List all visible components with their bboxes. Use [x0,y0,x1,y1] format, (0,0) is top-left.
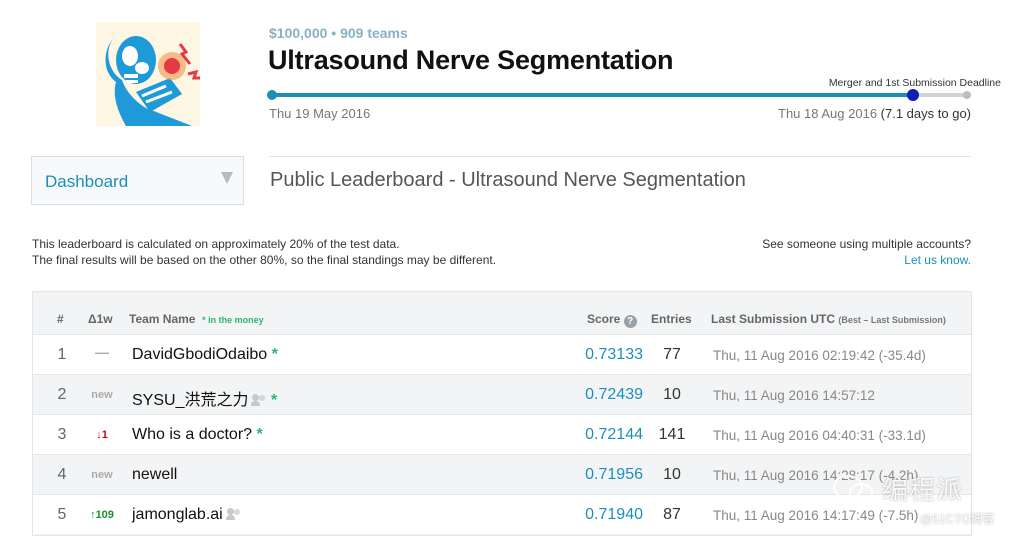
competition-title: Ultrasound Nerve Segmentation [268,45,674,75]
time-left: (7.1 days to go) [880,106,971,121]
leaderboard-table: # Δ1w Team Name * in the money Score ? E… [32,291,972,536]
multiple-accounts-question: See someone using multiple accounts? [762,237,971,251]
rank-change: ↓1 [96,429,108,441]
watermark-source: @51CTO博客 [920,512,995,526]
column-team-label: Team Name [129,312,196,326]
last-submission: Thu, 11 Aug 2016 14:17:49 (-7.5h) [713,508,919,523]
last-submission: Thu, 11 Aug 2016 04:40:31 (-33.1d) [713,428,926,443]
end-date-value: Thu 18 Aug 2016 [778,106,878,121]
column-last-label: Last Submission UTC [711,312,836,326]
score[interactable]: 0.71956 [533,466,643,484]
timeline-end-marker [963,91,971,99]
note-line-1: This leaderboard is calculated on approx… [32,237,400,251]
rank-change: — [95,344,109,360]
divider [269,156,971,157]
entries: 77 [663,346,681,363]
dashboard-label: Dashboard [45,172,129,191]
column-entries[interactable]: Entries [651,312,692,326]
entries: 87 [663,506,681,523]
column-last-submission[interactable]: Last Submission UTC (Best – Last Submiss… [711,312,946,326]
table-row[interactable]: 2 new SYSU_洪荒之力 * 0.72439 10 Thu, 11 Aug 2016… [33,374,971,414]
column-delta[interactable]: Δ1w [88,312,113,326]
timeline-progress [272,93,913,97]
score[interactable]: 0.71940 [533,506,643,524]
table-row[interactable]: 5 ↑109 jamonglab.ai 0.71940 87 Thu, 11 Aug 20… [33,494,971,534]
timeline-start-marker [267,90,277,100]
dashboard-dropdown[interactable]: Dashboard [31,156,244,205]
column-last-note: (Best – Last Submission) [838,315,946,325]
column-rank[interactable]: # [57,312,64,326]
team-name[interactable]: jamonglab.ai [132,506,241,524]
entries: 10 [663,386,681,403]
team-members-icon [225,508,241,520]
timeline-track [272,93,968,97]
deadline-label: Merger and 1st Submission Deadline [828,77,1001,89]
column-team-name[interactable]: Team Name * in the money [129,312,264,326]
team-name-text: jamonglab.ai [132,506,223,523]
timeline-deadline-marker[interactable] [907,89,919,101]
rank-change: new [91,389,113,401]
in-the-money-star: * [256,426,263,443]
chevron-down-icon [221,172,233,184]
score[interactable]: 0.72144 [533,426,643,444]
leaderboard-heading: Public Leaderboard - Ultrasound Nerve Se… [270,169,746,191]
entries: 10 [663,466,681,483]
prize-and-teams: $100,000 • 909 teams [269,25,408,41]
table-row[interactable]: 3 ↓1 Who is a doctor? * 0.72144 141 Thu, 11 A… [33,414,971,454]
note-line-2: The final results will be based on the o… [32,253,497,267]
team-name[interactable]: Who is a doctor? * [132,426,263,444]
team-name[interactable]: DavidGbodiOdaibo * [132,346,278,364]
team-name[interactable]: newell [132,466,177,484]
last-submission: Thu, 11 Aug 2016 02:19:42 (-35.4d) [713,348,926,363]
rank: 1 [57,346,67,363]
score[interactable]: 0.72439 [533,386,643,404]
rank: 2 [57,386,67,403]
report-link[interactable]: Let us know. [904,253,971,267]
rank-change: ↑109 [90,509,114,521]
in-the-money-star: * [271,346,278,363]
in-the-money-star: * [270,392,278,409]
end-date: Thu 18 Aug 2016 (7.1 days to go) [778,106,971,121]
help-icon[interactable]: ? [623,315,637,328]
team-members-icon [251,394,266,406]
table-header: # Δ1w Team Name * in the money Score ? E… [33,292,971,334]
rank: 5 [57,506,67,523]
column-score[interactable]: Score ? [587,312,637,328]
table-row[interactable]: 4 new newell 0.71956 10 Thu, 11 Aug 2016 14:2… [33,454,971,494]
rank-change: new [91,469,113,481]
table-row[interactable]: 1 — DavidGbodiOdaibo * 0.73133 77 Thu, 11 Aug… [33,334,971,374]
last-submission: Thu, 11 Aug 2016 14:57:12 [713,388,875,403]
team-name-text: SYSU_洪荒之力 [132,392,249,409]
rank: 4 [57,466,67,483]
in-the-money-note: * in the money [202,315,264,325]
team-name-text: newell [132,466,178,483]
team-name[interactable]: SYSU_洪荒之力 * [132,386,277,410]
start-date: Thu 19 May 2016 [269,106,371,121]
competition-logo [96,22,200,126]
wechat-icon [833,475,873,503]
team-name-text: Who is a doctor? [132,426,253,443]
score[interactable]: 0.73133 [533,346,643,364]
column-score-label: Score [587,312,621,326]
multiple-accounts-note: See someone using multiple accounts? Let… [762,236,971,268]
team-name-text: DavidGbodiOdaibo [132,346,268,363]
watermark-text: 编程派 [882,475,964,505]
rank: 3 [57,426,67,443]
leaderboard-note: This leaderboard is calculated on approx… [32,236,496,268]
entries: 141 [658,426,686,443]
